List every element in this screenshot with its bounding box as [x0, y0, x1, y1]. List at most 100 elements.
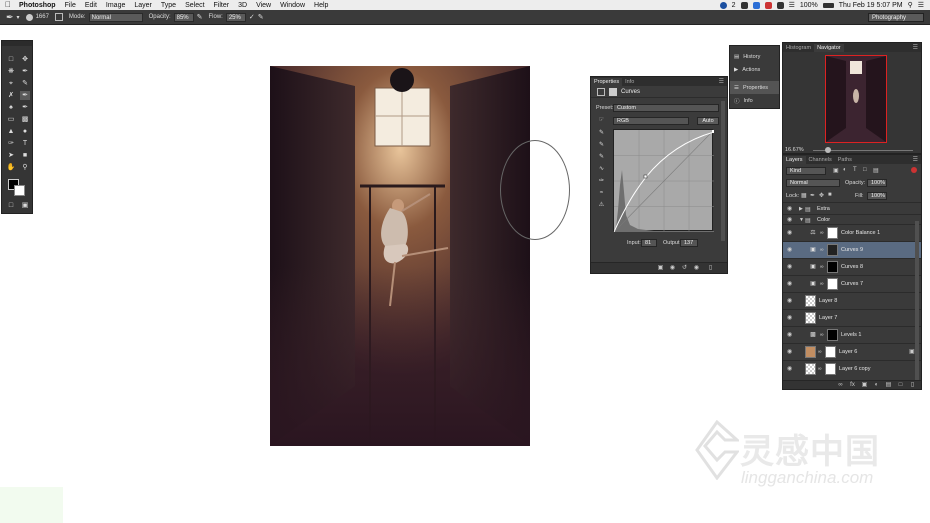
layer-group-extra[interactable]: ◉ ▶ ▤ Extra — [783, 202, 921, 214]
blend-mode-select[interactable]: Normal — [786, 179, 840, 187]
shape-tool-icon[interactable]: ■ — [20, 151, 30, 160]
clip-to-layer-icon[interactable]: ▣ — [657, 265, 664, 272]
preset-select[interactable]: Custom — [613, 104, 719, 112]
lasso-tool-icon[interactable]: ❋ — [6, 67, 16, 76]
delete-icon[interactable]: ▯ — [707, 265, 714, 272]
fill-field[interactable]: 100% — [867, 192, 887, 200]
screen-mode-icon[interactable]: ▣ — [20, 201, 30, 210]
smooth-curve-icon[interactable]: ≈ — [597, 189, 606, 198]
menu-select[interactable]: Select — [185, 2, 204, 9]
eye-icon[interactable]: ◉ — [787, 349, 794, 355]
curve-point-icon[interactable]: ∿ — [597, 165, 606, 174]
type-tool-icon[interactable]: T — [20, 139, 30, 148]
creative-cloud-icon[interactable] — [719, 1, 727, 9]
layer-curves-9[interactable]: ◉ ▣ ∞ Curves 9 — [783, 241, 921, 258]
bluetooth-icon[interactable] — [776, 1, 784, 9]
menu-edit[interactable]: Edit — [85, 2, 97, 9]
menu-3d[interactable]: 3D — [238, 2, 247, 9]
pressure-size-icon[interactable]: ✎ — [258, 13, 264, 21]
marquee-tool-icon[interactable]: □ — [6, 55, 16, 64]
eye-icon[interactable]: ◉ — [787, 217, 794, 223]
eyedropper-tool-icon[interactable]: ✎ — [20, 79, 30, 88]
menu-filter[interactable]: Filter — [214, 2, 230, 9]
layer-style-icon[interactable]: fx — [849, 382, 856, 389]
panel-menu-icon[interactable]: ☰ — [719, 78, 724, 86]
lock-all-icon[interactable]: ■ — [828, 192, 832, 198]
clone-stamp-tool-icon[interactable]: ♠ — [6, 103, 16, 112]
layer-mask-thumbnail[interactable] — [825, 363, 836, 375]
tab-paths[interactable]: Paths — [835, 156, 855, 164]
navigator-zoom-value[interactable]: 16.67% — [785, 147, 804, 153]
view-previous-icon[interactable]: ◉ — [669, 265, 676, 272]
eye-icon[interactable]: ◉ — [787, 247, 794, 253]
layer-thumbnail[interactable] — [805, 312, 816, 324]
eye-icon[interactable]: ◉ — [787, 298, 794, 304]
chevron-right-icon[interactable]: ▶ — [799, 206, 803, 212]
layer-levels-1[interactable]: ◉ ▩ ∞ Levels 1 — [783, 326, 921, 343]
layer-6-copy[interactable]: ◉ ∞ Layer 6 copy — [783, 360, 921, 377]
tab-navigator[interactable]: Navigator — [814, 44, 844, 52]
filter-pixel-icon[interactable]: ▣ — [833, 167, 839, 174]
filter-smart-icon[interactable]: ▤ — [873, 167, 879, 174]
layers-scrollbar[interactable] — [915, 221, 919, 381]
input-field[interactable]: 81 — [641, 239, 657, 247]
eye-icon[interactable]: ◉ — [787, 366, 794, 372]
properties-scrollbar[interactable] — [721, 101, 725, 241]
filter-shape-icon[interactable]: □ — [863, 167, 867, 173]
search-icon[interactable]: ⚲ — [908, 1, 913, 9]
layer-6[interactable]: ◉ ∞ Layer 6 ▣ — [783, 343, 921, 360]
eyedropper-black-icon[interactable]: ✎ — [597, 129, 606, 138]
layer-mask-thumbnail[interactable] — [825, 346, 836, 358]
reset-icon[interactable]: ↺ — [681, 265, 688, 272]
filter-adjustment-icon[interactable]: ◐ — [843, 167, 847, 173]
mask-icon[interactable] — [609, 87, 617, 96]
zoom-tool-icon[interactable]: ⚲ — [20, 163, 30, 172]
opacity-field[interactable]: 85% — [173, 12, 194, 22]
dodge-tool-icon[interactable]: ● — [20, 127, 30, 136]
tab-layers[interactable]: Layers — [783, 156, 806, 164]
navigator-zoom-handle[interactable] — [825, 147, 831, 153]
layer-mask-thumbnail[interactable] — [827, 261, 838, 273]
layer-curves-7[interactable]: ◉ ▣ ∞ Curves 7 — [783, 275, 921, 292]
document-canvas[interactable] — [270, 66, 530, 446]
eye-icon[interactable]: ◉ — [787, 264, 794, 270]
delete-layer-icon[interactable]: ▯ — [909, 382, 916, 389]
wifi-icon[interactable]: ☰ — [789, 1, 795, 9]
curves-graph[interactable] — [613, 129, 715, 233]
apple-icon[interactable]:  — [5, 1, 13, 9]
mail-icon[interactable] — [764, 1, 772, 9]
airbrush-icon[interactable]: ✓ — [249, 13, 255, 21]
new-adjustment-icon[interactable]: ◐ — [873, 382, 880, 389]
layer-curves-8[interactable]: ◉ ▣ ∞ Curves 8 — [783, 258, 921, 275]
tools-panel-grip[interactable] — [2, 41, 32, 46]
mode-select[interactable]: Normal — [88, 12, 143, 22]
tool-preset-picker[interactable]: ✒ ▾ — [6, 12, 20, 23]
history-brush-tool-icon[interactable]: ✒ — [20, 103, 30, 112]
battery-icon[interactable] — [822, 2, 834, 8]
menu-help[interactable]: Help — [314, 2, 328, 9]
layer-mask-thumbnail[interactable] — [827, 227, 838, 239]
move-tool-icon[interactable]: ✥ — [20, 55, 30, 64]
new-group-icon[interactable]: ▤ — [885, 382, 892, 389]
flow-field[interactable]: 25% — [225, 12, 246, 22]
clipping-warning-icon[interactable]: ⚠ — [597, 201, 606, 210]
blur-tool-icon[interactable]: ▲ — [6, 127, 16, 136]
dock-item-properties[interactable]: ☰ Properties — [730, 81, 779, 94]
path-select-tool-icon[interactable]: ➤ — [6, 151, 16, 160]
layer-mask-thumbnail[interactable] — [827, 329, 838, 341]
layer-7[interactable]: ◉ Layer 7 — [783, 309, 921, 326]
eye-icon[interactable]: ◉ — [787, 206, 794, 212]
new-layer-icon[interactable]: □ — [897, 382, 904, 389]
crop-tool-icon[interactable]: ⌖ — [6, 79, 16, 88]
eye-icon[interactable]: ◉ — [787, 230, 794, 236]
visibility-icon[interactable]: ◉ — [693, 265, 700, 272]
dock-item-history[interactable]: ▤ History — [730, 50, 779, 63]
panel-menu-icon[interactable]: ☰ — [913, 44, 918, 52]
hand-tool-icon[interactable]: ✋ — [6, 163, 16, 172]
menu-window[interactable]: Window — [280, 2, 305, 9]
pressure-opacity-icon[interactable]: ✎ — [197, 13, 203, 21]
chevron-down-icon[interactable]: ▼ — [799, 217, 804, 223]
targeted-adjust-icon[interactable]: ☞ — [597, 116, 606, 125]
menu-image[interactable]: Image — [106, 2, 125, 9]
tab-histogram[interactable]: Histogram — [783, 44, 814, 52]
